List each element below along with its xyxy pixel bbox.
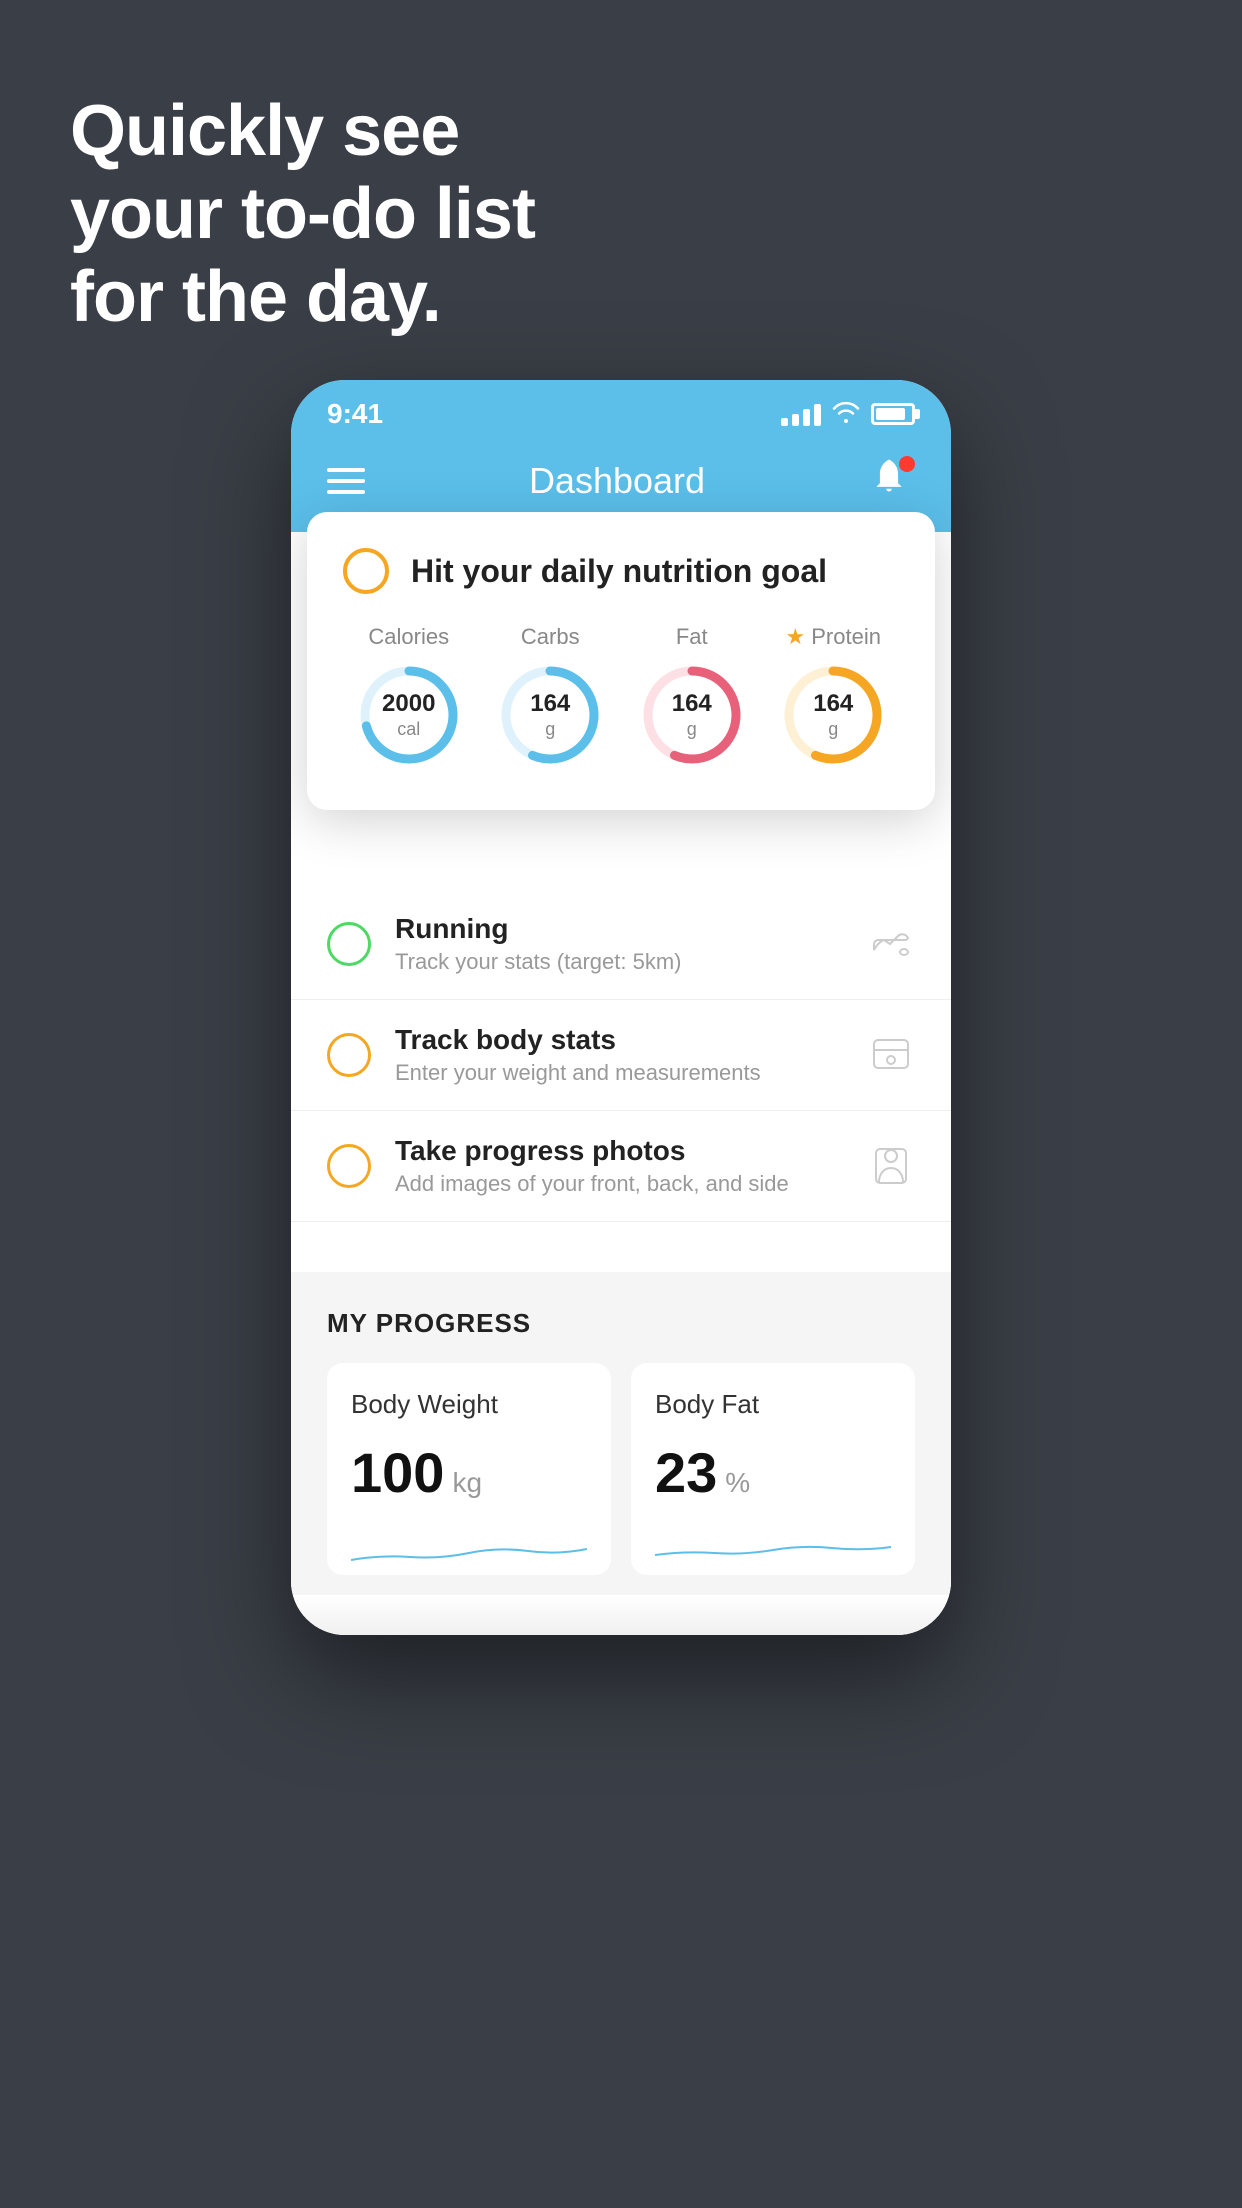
- notification-dot: [899, 456, 915, 472]
- ring-calories: 2000 cal: [354, 660, 464, 770]
- progress-value-row-weight: 100 kg: [351, 1440, 587, 1505]
- ring-text-calories: 2000 cal: [382, 690, 435, 740]
- nutrition-item-calories: Calories 2000 cal: [354, 624, 464, 770]
- progress-section-title: MY PROGRESS: [327, 1308, 915, 1339]
- progress-value-bodyfat: 23: [655, 1440, 717, 1505]
- hero-line3: for the day.: [70, 256, 535, 339]
- progress-cards-row: Body Weight 100 kg Body Fat 23 %: [327, 1363, 915, 1575]
- todo-circle-running: [327, 922, 371, 966]
- progress-card-weight[interactable]: Body Weight 100 kg: [327, 1363, 611, 1575]
- todo-subtitle-body-stats: Enter your weight and measurements: [395, 1060, 843, 1086]
- todo-content-photos: Take progress photos Add images of your …: [395, 1135, 843, 1197]
- todo-items-list: Running Track your stats (target: 5km) T…: [291, 889, 951, 1222]
- progress-unit-bodyfat: %: [725, 1467, 750, 1499]
- status-time: 9:41: [327, 398, 383, 430]
- nutrition-item-protein: ★ Protein 164 g: [778, 624, 888, 770]
- floating-nutrition-card: Hit your daily nutrition goal Calories: [307, 512, 935, 810]
- scale-icon: [867, 1031, 915, 1079]
- progress-value-row-bodyfat: 23 %: [655, 1440, 891, 1505]
- wifi-icon: [831, 399, 861, 430]
- ring-carbs: 164 g: [495, 660, 605, 770]
- nutrition-row: Calories 2000 cal: [343, 624, 899, 770]
- nutrition-label-protein: ★ Protein: [786, 624, 881, 650]
- my-progress-section: MY PROGRESS Body Weight 100 kg Body Fat: [291, 1272, 951, 1595]
- nav-title: Dashboard: [529, 460, 705, 502]
- person-icon: [867, 1142, 915, 1190]
- nutrition-item-carbs: Carbs 164 g: [495, 624, 605, 770]
- bottom-overflow: [291, 1595, 951, 1635]
- nutrition-label-calories: Calories: [368, 624, 449, 650]
- card-title-row: Hit your daily nutrition goal: [343, 548, 899, 594]
- progress-unit-weight: kg: [452, 1467, 482, 1499]
- hero-line1: Quickly see: [70, 90, 535, 173]
- signal-bars-icon: [781, 402, 821, 426]
- ring-protein: 164 g: [778, 660, 888, 770]
- todo-subtitle-running: Track your stats (target: 5km): [395, 949, 843, 975]
- card-title: Hit your daily nutrition goal: [411, 553, 827, 590]
- nutrition-label-fat: Fat: [676, 624, 708, 650]
- status-bar: 9:41: [291, 380, 951, 436]
- hamburger-line: [327, 468, 365, 472]
- app-body: THINGS TO DO TODAY Hit your daily nutrit…: [291, 532, 951, 1635]
- todo-content-running: Running Track your stats (target: 5km): [395, 913, 843, 975]
- todo-title-body-stats: Track body stats: [395, 1024, 843, 1056]
- nutrition-item-fat: Fat 164 g: [637, 624, 747, 770]
- phone-mockup: 9:41 Da: [291, 380, 951, 1635]
- ring-text-fat: 164 g: [672, 690, 712, 740]
- todo-item-running[interactable]: Running Track your stats (target: 5km): [291, 889, 951, 1000]
- progress-card-bodyfat[interactable]: Body Fat 23 %: [631, 1363, 915, 1575]
- status-icons: [781, 399, 915, 430]
- battery-icon: [871, 403, 915, 425]
- ring-text-protein: 164 g: [813, 690, 853, 740]
- todo-title-photos: Take progress photos: [395, 1135, 843, 1167]
- todo-item-photos[interactable]: Take progress photos Add images of your …: [291, 1111, 951, 1222]
- todo-subtitle-photos: Add images of your front, back, and side: [395, 1171, 843, 1197]
- todo-circle-body-stats: [327, 1033, 371, 1077]
- sparkline-weight: [351, 1525, 587, 1575]
- progress-card-title-weight: Body Weight: [351, 1389, 587, 1420]
- menu-button[interactable]: [327, 468, 365, 494]
- hamburger-line: [327, 490, 365, 494]
- progress-value-weight: 100: [351, 1440, 444, 1505]
- todo-title-running: Running: [395, 913, 843, 945]
- ring-fat: 164 g: [637, 660, 747, 770]
- todo-circle-nutrition: [343, 548, 389, 594]
- todo-item-body-stats[interactable]: Track body stats Enter your weight and m…: [291, 1000, 951, 1111]
- progress-card-title-bodyfat: Body Fat: [655, 1389, 891, 1420]
- todo-circle-photos: [327, 1144, 371, 1188]
- hero-text: Quickly see your to-do list for the day.: [70, 90, 535, 338]
- ring-text-carbs: 164 g: [530, 690, 570, 740]
- sparkline-bodyfat: [655, 1525, 891, 1575]
- hero-line2: your to-do list: [70, 173, 535, 256]
- shoe-icon: [867, 920, 915, 968]
- star-icon: ★: [786, 624, 806, 650]
- hamburger-line: [327, 479, 365, 483]
- nutrition-label-carbs: Carbs: [521, 624, 580, 650]
- notification-button[interactable]: [869, 456, 915, 506]
- spacer: [291, 1222, 951, 1272]
- todo-content-body-stats: Track body stats Enter your weight and m…: [395, 1024, 843, 1086]
